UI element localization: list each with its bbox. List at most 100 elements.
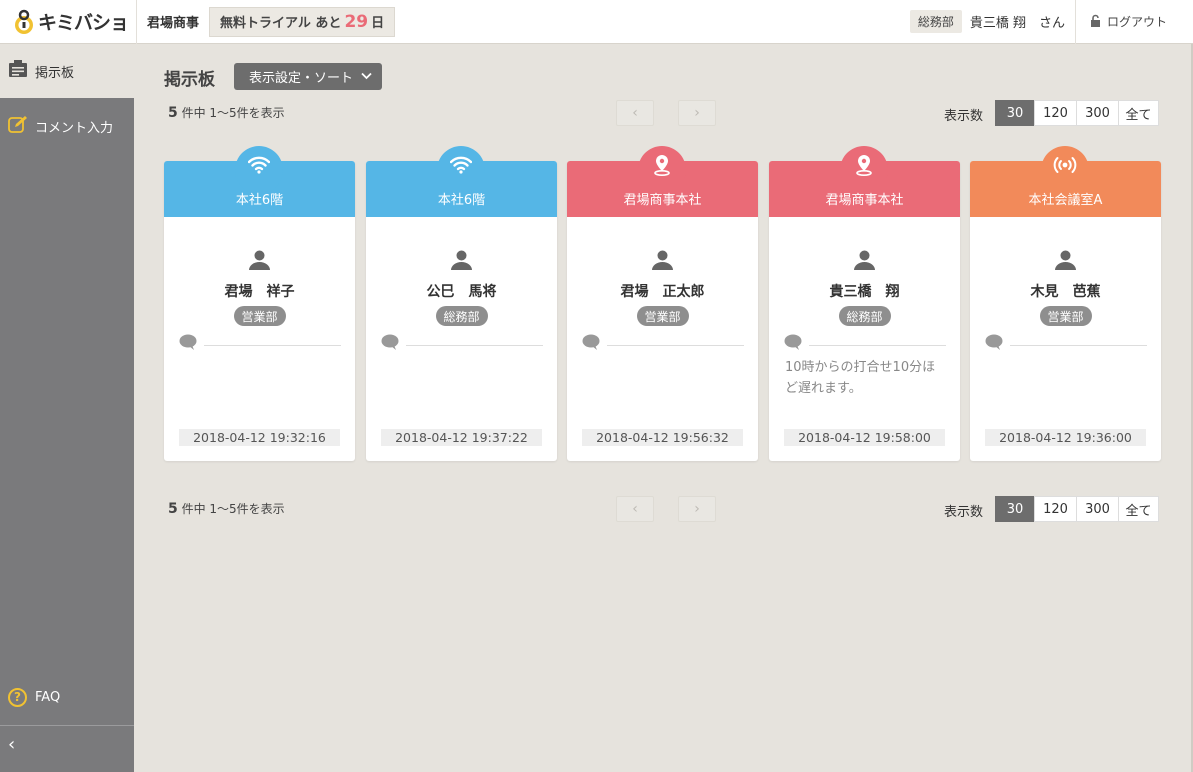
- sidebar-item-label: コメント入力: [35, 120, 114, 136]
- card-user-name: 木見 芭蕉: [1030, 284, 1101, 300]
- map-pin-icon: [854, 155, 874, 180]
- comment-divider: [607, 345, 744, 346]
- person-icon: [1055, 250, 1076, 274]
- sidebar-item-label: FAQ: [35, 689, 61, 705]
- card-timestamp: 2018-04-12 19:32:16: [179, 429, 340, 446]
- card-timestamp: 2018-04-12 19:36:00: [985, 429, 1146, 446]
- wifi-icon: [449, 156, 473, 178]
- beacon-icon: [1053, 157, 1077, 178]
- card-timestamp: 2018-04-12 19:37:22: [381, 429, 542, 446]
- status-card[interactable]: 本社6階 君場 祥子 営業部 2018-04-12 19:32:16: [164, 146, 355, 461]
- next-page-button[interactable]: ›: [678, 496, 716, 522]
- sidebar-item-board[interactable]: 掲示板: [0, 44, 134, 98]
- sidebar-item-label: 掲示板: [35, 65, 75, 81]
- collapse-sidebar-button[interactable]: ‹: [8, 734, 15, 755]
- sidebar: 掲示板 コメント入力 ? FAQ ‹: [0, 44, 134, 772]
- card-dept-badge: 営業部: [636, 306, 689, 326]
- per-page-all[interactable]: 全て: [1118, 496, 1159, 522]
- logout-label: ログアウト: [1106, 15, 1167, 29]
- card-location: 本社6階: [235, 193, 284, 208]
- wifi-icon: [247, 156, 271, 178]
- person-icon: [451, 250, 472, 274]
- comment-divider: [406, 345, 543, 346]
- per-page-options: 30 120 300 全て: [995, 496, 1159, 522]
- pencil-icon: [8, 115, 35, 137]
- per-page-120[interactable]: 120: [1034, 496, 1077, 522]
- result-count: 5 件中 1～5件を表示: [168, 500, 285, 517]
- sidebar-item-comment[interactable]: コメント入力: [0, 98, 134, 154]
- logo-text: キミバショ: [38, 12, 129, 34]
- per-page-300[interactable]: 300: [1076, 100, 1119, 126]
- header-user-area: 総務部 貴三橋 翔 さん ログアウト: [909, 0, 1193, 44]
- comment-divider: [809, 345, 946, 346]
- company-name: 君場商事: [147, 16, 200, 31]
- result-count-suffix: 件中 1～5件を表示: [181, 502, 285, 516]
- comment-divider: [1010, 345, 1147, 346]
- result-total: 5: [168, 501, 178, 517]
- app-logo[interactable]: キミバショ: [0, 0, 138, 44]
- card-icon-bubble: [1041, 146, 1089, 194]
- card-dept-badge: 営業部: [1039, 306, 1092, 326]
- main-content: 掲示板 表示設定・ソート 5 件中 1～5件を表示 ‹ › 表示数 30 120…: [134, 44, 1191, 772]
- next-page-button[interactable]: ›: [678, 100, 716, 126]
- comment-bubble-icon: [985, 334, 1004, 355]
- comment-bubble-icon: [179, 334, 198, 355]
- card-location: 君場商事本社: [623, 193, 702, 208]
- trial-days: 29: [344, 11, 369, 32]
- result-total: 5: [168, 105, 178, 121]
- status-card[interactable]: 君場商事本社 貴三橋 翔 総務部 10時からの打合せ10分ほど遅れます。 201…: [769, 146, 960, 461]
- person-icon: [652, 250, 673, 274]
- per-page-label: 表示数: [944, 109, 984, 124]
- logo-icon: [12, 8, 36, 36]
- per-page-all[interactable]: 全て: [1118, 100, 1159, 126]
- card-user-name: 君場 祥子: [224, 284, 295, 300]
- sidebar-item-faq[interactable]: ? FAQ: [0, 684, 60, 710]
- settings-label: 表示設定・ソート: [249, 71, 354, 86]
- per-page-30[interactable]: 30: [995, 100, 1035, 126]
- card-dept-badge: 総務部: [838, 306, 891, 326]
- card-icon-bubble: [235, 146, 283, 194]
- result-count-suffix: 件中 1～5件を表示: [181, 106, 285, 120]
- prev-page-button[interactable]: ‹: [616, 496, 654, 522]
- card-location: 本社6階: [437, 193, 486, 208]
- page-title: 掲示板: [164, 70, 215, 90]
- card-icon-bubble: [638, 146, 686, 194]
- user-name: 貴三橋 翔 さん: [970, 0, 1076, 44]
- pager-bottom: 5 件中 1～5件を表示 ‹ › 表示数 30 120 300 全て: [164, 496, 1162, 522]
- trial-badge: 無料トライアル あと 29 日: [209, 6, 396, 37]
- map-pin-icon: [652, 155, 672, 180]
- per-page-30[interactable]: 30: [995, 496, 1035, 522]
- comment-bubble-icon: [582, 334, 601, 355]
- status-card[interactable]: 本社会議室A 木見 芭蕉 営業部 2018-04-12 19:36:00: [970, 146, 1161, 461]
- card-timestamp: 2018-04-12 19:56:32: [582, 429, 743, 446]
- trial-prefix: 無料トライアル あと: [220, 16, 342, 31]
- sidebar-divider: [0, 725, 134, 726]
- card-user-name: 君場 正太郎: [620, 284, 705, 300]
- status-card[interactable]: 本社6階 公巳 馬将 総務部 2018-04-12 19:37:22: [366, 146, 557, 461]
- prev-page-button[interactable]: ‹: [616, 100, 654, 126]
- per-page-options: 30 120 300 全て: [995, 100, 1159, 126]
- display-settings-button[interactable]: 表示設定・ソート: [234, 63, 383, 90]
- card-icon-bubble: [840, 146, 888, 194]
- chevron-down-icon: [361, 69, 372, 84]
- trial-suffix: 日: [371, 16, 385, 31]
- comment-bubble-icon: [784, 334, 803, 355]
- per-page-label: 表示数: [944, 505, 984, 520]
- user-dept-badge: 総務部: [909, 10, 962, 33]
- card-timestamp: 2018-04-12 19:58:00: [784, 429, 945, 446]
- per-page-120[interactable]: 120: [1034, 100, 1077, 126]
- card-dept-badge: 総務部: [435, 306, 488, 326]
- status-card[interactable]: 君場商事本社 君場 正太郎 営業部 2018-04-12 19:56:32: [567, 146, 758, 461]
- per-page-300[interactable]: 300: [1076, 496, 1119, 522]
- help-icon: ?: [8, 687, 27, 707]
- logout-button[interactable]: ログアウト: [1076, 0, 1193, 44]
- lock-icon: [1090, 14, 1107, 30]
- card-location: 本社会議室A: [1028, 193, 1103, 208]
- pager-top: 5 件中 1～5件を表示 ‹ › 表示数 30 120 300 全て: [164, 100, 1162, 126]
- app-header: キミバショ 君場商事 無料トライアル あと 29 日 総務部 貴三橋 翔 さん …: [0, 0, 1193, 44]
- card-dept-badge: 営業部: [233, 306, 286, 326]
- card-location: 君場商事本社: [825, 193, 904, 208]
- card-user-name: 公巳 馬将: [426, 284, 497, 300]
- board-icon: [8, 60, 35, 82]
- card-icon-bubble: [437, 146, 485, 194]
